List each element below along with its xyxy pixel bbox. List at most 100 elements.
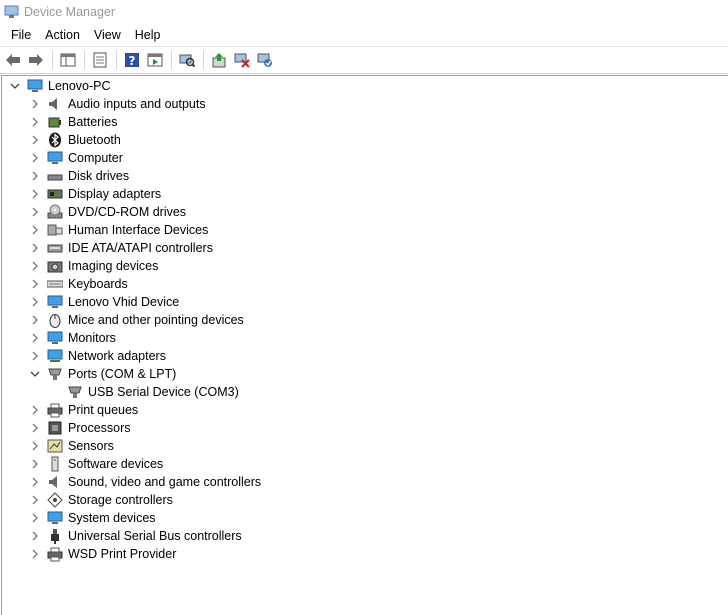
tree-category[interactable]: Monitors bbox=[28, 329, 116, 347]
tree-category[interactable]: Computer bbox=[28, 149, 123, 167]
computer-icon bbox=[27, 78, 43, 94]
tree-item-label: Print queues bbox=[68, 403, 139, 417]
usb-icon bbox=[47, 528, 63, 544]
tree-category[interactable]: Processors bbox=[28, 419, 131, 437]
tree-category[interactable]: Universal Serial Bus controllers bbox=[28, 527, 242, 545]
chevron-right-icon[interactable] bbox=[28, 439, 42, 453]
printer-icon bbox=[47, 546, 63, 562]
menu-help[interactable]: Help bbox=[128, 26, 168, 44]
tree-item-label: Mice and other pointing devices bbox=[68, 313, 244, 327]
back-arrow-icon[interactable] bbox=[4, 51, 22, 69]
keyboard-icon bbox=[47, 276, 63, 292]
tree-category[interactable]: System devices bbox=[28, 509, 156, 527]
update-driver-icon[interactable] bbox=[210, 51, 228, 69]
tree-category[interactable]: Sensors bbox=[28, 437, 114, 455]
tree-device[interactable]: USB Serial Device (COM3) bbox=[48, 383, 239, 401]
tree-category[interactable]: Sound, video and game controllers bbox=[28, 473, 261, 491]
action-pane-icon[interactable] bbox=[146, 51, 164, 69]
chevron-right-icon[interactable] bbox=[28, 205, 42, 219]
tree-item-label: Disk drives bbox=[68, 169, 130, 183]
chevron-right-icon[interactable] bbox=[28, 421, 42, 435]
tree-item-label: Computer bbox=[68, 151, 123, 165]
chevron-right-icon[interactable] bbox=[28, 169, 42, 183]
chevron-right-icon[interactable] bbox=[28, 295, 42, 309]
tree-category[interactable]: Storage controllers bbox=[28, 491, 173, 509]
chevron-down-icon[interactable] bbox=[28, 367, 42, 381]
network-adapter-icon bbox=[47, 348, 63, 364]
chevron-right-icon[interactable] bbox=[28, 115, 42, 129]
tree-category[interactable]: Audio inputs and outputs bbox=[28, 95, 206, 113]
toolbar: ? bbox=[0, 46, 728, 74]
tree-category[interactable]: Network adapters bbox=[28, 347, 166, 365]
tree-category[interactable]: Disk drives bbox=[28, 167, 129, 185]
tree-root-lenovo-pc[interactable]: Lenovo-PC bbox=[8, 77, 111, 95]
monitor-icon bbox=[47, 330, 63, 346]
svg-text:?: ? bbox=[129, 54, 136, 68]
toolbar-separator bbox=[84, 51, 85, 69]
tree-item-label: Monitors bbox=[68, 331, 116, 345]
chevron-right-icon[interactable] bbox=[28, 349, 42, 363]
system-device-icon bbox=[47, 510, 63, 526]
forward-arrow-icon[interactable] bbox=[27, 51, 45, 69]
tree-item-label: Batteries bbox=[68, 115, 118, 129]
show-hide-console-tree-icon[interactable] bbox=[59, 51, 77, 69]
tree-category[interactable]: Imaging devices bbox=[28, 257, 158, 275]
tree-item-label: IDE ATA/ATAPI controllers bbox=[68, 241, 213, 255]
chevron-down-icon[interactable] bbox=[8, 79, 22, 93]
enable-device-icon[interactable] bbox=[256, 51, 274, 69]
device-tree: Lenovo-PC Audio inputs and outputs Batteri… bbox=[1, 75, 728, 615]
chevron-right-icon[interactable] bbox=[28, 547, 42, 561]
tree-category[interactable]: Batteries bbox=[28, 113, 117, 131]
menu-view[interactable]: View bbox=[87, 26, 128, 44]
tree-category[interactable]: Display adapters bbox=[28, 185, 161, 203]
menu-action[interactable]: Action bbox=[38, 26, 87, 44]
chevron-right-icon[interactable] bbox=[28, 403, 42, 417]
tree-item-label: Universal Serial Bus controllers bbox=[68, 529, 242, 543]
chevron-right-icon[interactable] bbox=[28, 511, 42, 525]
chevron-right-icon[interactable] bbox=[28, 331, 42, 345]
chevron-right-icon[interactable] bbox=[28, 223, 42, 237]
camera-icon bbox=[47, 258, 63, 274]
properties-icon[interactable] bbox=[91, 51, 109, 69]
tree-item-label: Lenovo-PC bbox=[48, 79, 111, 93]
disk-drive-icon bbox=[47, 168, 63, 184]
chevron-right-icon[interactable] bbox=[28, 493, 42, 507]
chevron-right-icon[interactable] bbox=[28, 97, 42, 111]
storage-controller-icon bbox=[47, 492, 63, 508]
chevron-right-icon[interactable] bbox=[28, 475, 42, 489]
tree-category[interactable]: Ports (COM & LPT) bbox=[28, 365, 176, 383]
tree-item-label: Human Interface Devices bbox=[68, 223, 209, 237]
tree-category[interactable]: Keyboards bbox=[28, 275, 128, 293]
tree-item-label: Bluetooth bbox=[68, 133, 121, 147]
bluetooth-icon bbox=[47, 132, 63, 148]
tree-category[interactable]: Bluetooth bbox=[28, 131, 121, 149]
tree-item-label: Keyboards bbox=[68, 277, 128, 291]
tree-category[interactable]: IDE ATA/ATAPI controllers bbox=[28, 239, 213, 257]
uninstall-device-icon[interactable] bbox=[233, 51, 251, 69]
tree-item-label: System devices bbox=[68, 511, 156, 525]
toolbar-separator bbox=[116, 51, 117, 69]
chevron-right-icon[interactable] bbox=[28, 133, 42, 147]
chevron-right-icon[interactable] bbox=[28, 241, 42, 255]
tree-category[interactable]: Print queues bbox=[28, 401, 138, 419]
menu-file[interactable]: File bbox=[4, 26, 38, 44]
chevron-right-icon[interactable] bbox=[28, 187, 42, 201]
scan-hardware-changes-icon[interactable] bbox=[178, 51, 196, 69]
tree-category[interactable]: Software devices bbox=[28, 455, 163, 473]
tree-category[interactable]: DVD/CD-ROM drives bbox=[28, 203, 186, 221]
tree-category[interactable]: Mice and other pointing devices bbox=[28, 311, 244, 329]
chevron-right-icon[interactable] bbox=[28, 151, 42, 165]
chevron-right-icon[interactable] bbox=[28, 457, 42, 471]
speaker-icon bbox=[47, 96, 63, 112]
chevron-right-icon[interactable] bbox=[28, 259, 42, 273]
sensor-icon bbox=[47, 438, 63, 454]
device-manager-icon bbox=[4, 5, 20, 19]
chevron-right-icon[interactable] bbox=[28, 529, 42, 543]
chevron-right-icon[interactable] bbox=[28, 277, 42, 291]
tree-category[interactable]: Lenovo Vhid Device bbox=[28, 293, 179, 311]
tree-category[interactable]: Human Interface Devices bbox=[28, 221, 208, 239]
help-icon[interactable]: ? bbox=[123, 51, 141, 69]
chevron-right-icon[interactable] bbox=[28, 313, 42, 327]
tree-category[interactable]: WSD Print Provider bbox=[28, 545, 176, 563]
